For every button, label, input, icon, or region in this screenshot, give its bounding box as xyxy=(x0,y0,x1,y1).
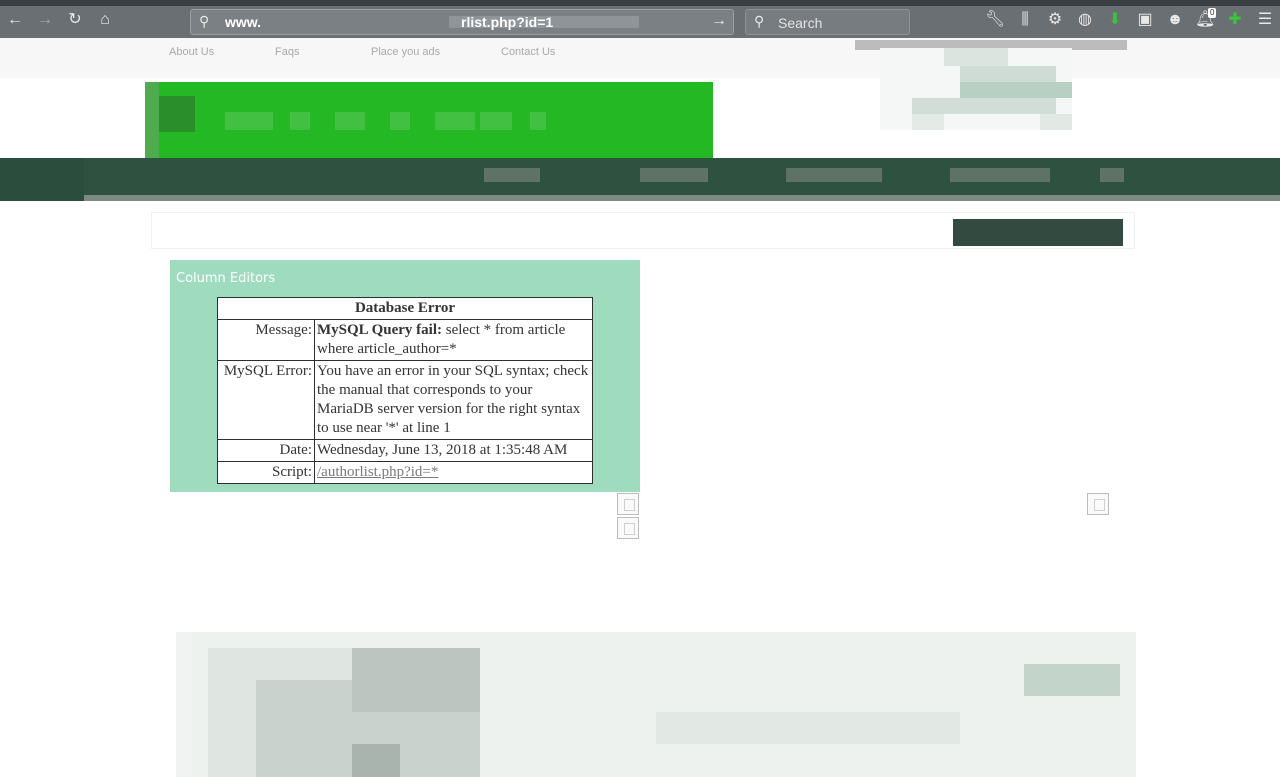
site-logo[interactable] xyxy=(145,82,713,158)
script-link[interactable]: /authorlist.php?id=* xyxy=(317,464,438,480)
error-heading: Database Error xyxy=(217,297,593,320)
ad-pixel xyxy=(912,114,944,130)
table-row: Database Error xyxy=(217,297,593,320)
banner-pixel xyxy=(656,712,960,744)
ad-pixel xyxy=(960,82,1072,98)
logo-letter-block xyxy=(390,112,410,130)
site-nav: About Us Faqs Place you ads Contact Us xyxy=(0,38,1280,78)
search-icon: ⚲ xyxy=(754,13,765,29)
forward-arrow-icon[interactable]: → xyxy=(35,10,55,30)
nav-band-item[interactable] xyxy=(640,168,708,182)
nav-place-ads-link[interactable]: Place you ads xyxy=(371,46,440,58)
logo-letter-block xyxy=(480,112,512,130)
tab-strip xyxy=(0,0,1280,6)
database-error-table: Database Error Message: MySQL Query fail… xyxy=(217,297,593,484)
nav-about-link[interactable]: About Us xyxy=(169,46,214,58)
mysql-error-value: You have an error in your SQL syntax; ch… xyxy=(314,360,593,440)
logo-letter-block xyxy=(290,112,310,130)
nav-contact-link[interactable]: Contact Us xyxy=(501,46,555,58)
footer-banner-image[interactable] xyxy=(176,632,1136,777)
notification-badge: 0 xyxy=(1208,8,1217,18)
main-nav-band xyxy=(0,158,1280,201)
banner-pixel xyxy=(352,744,400,777)
ad-pixel xyxy=(944,48,1008,66)
date-label: Date: xyxy=(217,439,315,462)
table-row: Date: Wednesday, June 13, 2018 at 1:35:4… xyxy=(217,439,593,462)
message-strong: MySQL Query fail: xyxy=(317,322,442,338)
nav-band-item[interactable] xyxy=(786,168,882,182)
url-suffix: rlist.php?id=1 xyxy=(461,14,554,30)
download-icon[interactable]: ⬇ xyxy=(1105,10,1125,30)
nav-band-item[interactable] xyxy=(950,168,1050,182)
url-prefix: www. xyxy=(225,14,262,30)
puzzle-icon[interactable]: ✚ xyxy=(1225,10,1245,30)
broken-image-icon[interactable] xyxy=(617,517,639,539)
menu-icon[interactable]: ☰ xyxy=(1255,10,1275,30)
extension-icon[interactable]: ⚙ xyxy=(1045,10,1065,30)
wrench-icon[interactable]: 🔧︎ xyxy=(985,10,1005,30)
logo-letter-block xyxy=(225,112,273,130)
banner-pixel xyxy=(1024,664,1120,696)
ad-pixel xyxy=(912,98,1056,114)
table-row: MySQL Error: You have an error in your S… xyxy=(217,360,593,440)
script-label: Script: xyxy=(217,461,315,484)
date-value: Wednesday, June 13, 2018 at 1:35:48 AM xyxy=(314,439,593,462)
sidebar-icon[interactable]: ▣ xyxy=(1135,10,1155,30)
logo-letter-block xyxy=(530,112,546,130)
back-arrow-icon[interactable]: ← xyxy=(5,10,25,30)
logo-letter-block xyxy=(335,112,365,130)
browser-toolbar: ← → ↻ ⌂ ⚲ www. rlist.php?id=1 → ⚲ Search… xyxy=(0,0,1280,38)
ad-pixel xyxy=(960,66,1056,82)
content-search-row xyxy=(151,212,1135,249)
ad-pixel xyxy=(1040,114,1072,130)
logo-letter-block xyxy=(435,112,475,130)
logo-edge xyxy=(145,82,159,158)
table-row: Message: MySQL Query fail: select * from… xyxy=(217,319,593,361)
search-placeholder: Search xyxy=(778,15,823,31)
message-value: MySQL Query fail: select * from article … xyxy=(314,319,593,361)
search-input[interactable]: ⚲ Search xyxy=(745,9,910,35)
go-arrow-icon[interactable]: → xyxy=(711,12,727,30)
broken-image-icon[interactable] xyxy=(1087,493,1109,515)
reload-icon[interactable]: ↻ xyxy=(65,10,85,30)
nav-band-item[interactable] xyxy=(484,168,540,182)
script-value: /authorlist.php?id=* xyxy=(314,461,593,484)
search-icon: ⚲ xyxy=(199,13,210,29)
nav-faqs-link[interactable]: Faqs xyxy=(275,46,299,58)
content-search-box[interactable] xyxy=(953,219,1123,246)
globe-icon[interactable]: ◍ xyxy=(1075,10,1095,30)
nav-band-item[interactable] xyxy=(1100,168,1124,182)
column-editors-panel: Column Editors Database Error Message: M… xyxy=(170,260,640,492)
table-row: Script: /authorlist.php?id=* xyxy=(217,461,593,484)
home-icon[interactable]: ⌂ xyxy=(95,10,115,30)
message-label: Message: xyxy=(217,319,315,361)
library-icon[interactable]: ⫼ xyxy=(1015,10,1035,30)
url-bar[interactable]: ⚲ www. rlist.php?id=1 → xyxy=(190,9,734,35)
broken-image-icon[interactable] xyxy=(617,493,639,515)
mask-icon[interactable]: ☻ xyxy=(1165,10,1185,30)
header-ad-image[interactable] xyxy=(880,48,1072,130)
panel-title: Column Editors xyxy=(176,271,276,286)
mysql-error-label: MySQL Error: xyxy=(217,360,315,440)
logo-mark xyxy=(159,96,195,132)
banner-pixel xyxy=(352,648,480,712)
nav-band-underline xyxy=(84,195,1280,201)
